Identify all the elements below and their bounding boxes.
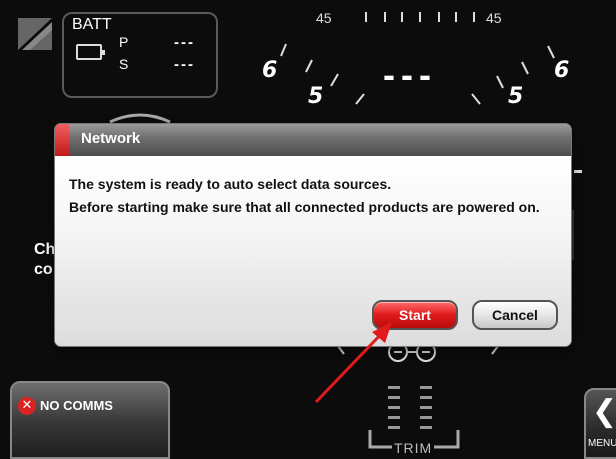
start-button-label: Start: [399, 307, 431, 323]
menu-label: MENU: [588, 438, 616, 449]
top-scale-ticks: [365, 12, 475, 22]
dialog-message-line1: The system is ready to auto select data …: [69, 176, 392, 192]
background-message: Ch co: [34, 240, 55, 280]
dialog-header: Network: [55, 124, 571, 156]
no-comms-label: NO COMMS: [40, 398, 113, 413]
center-readout: ---: [383, 54, 437, 95]
chevron-left-icon: ❮: [592, 394, 616, 429]
battery-starboard-value: ---: [174, 56, 195, 73]
battery-panel: BATT P --- S ---: [62, 12, 218, 98]
battery-port-value: ---: [174, 34, 195, 51]
scale-right-label: 45: [486, 10, 502, 26]
background-message-line2: co: [34, 261, 53, 278]
left-lower-label: 5: [308, 84, 324, 109]
right-upper-label: 6: [554, 58, 570, 83]
battery-title: BATT: [72, 16, 112, 33]
network-dialog: Network The system is ready to auto sele…: [55, 124, 571, 346]
battery-charge-icon: [76, 44, 105, 60]
dialog-title: Network: [81, 130, 141, 147]
dialog-body: The system is ready to auto select data …: [55, 156, 571, 346]
error-x-icon: ✕: [18, 397, 36, 415]
battery-port-label: P: [119, 34, 129, 50]
right-lower-label: 5: [508, 84, 524, 109]
gauge-arc: [109, 113, 171, 124]
trim-label: TRIM: [394, 440, 433, 456]
cancel-button[interactable]: Cancel: [472, 300, 558, 330]
dialog-accent-bar: [55, 124, 69, 156]
left-upper-label: 6: [262, 58, 278, 83]
trim-bars: [388, 386, 432, 429]
no-comms-button[interactable]: ✕ NO COMMS: [10, 381, 170, 459]
menu-button[interactable]: ❮ MENU: [584, 388, 616, 459]
start-button[interactable]: Start: [372, 300, 458, 330]
background-message-line1: Ch: [34, 241, 56, 258]
battery-starboard-label: S: [119, 56, 129, 72]
cancel-button-label: Cancel: [492, 307, 538, 323]
logo-icon: [18, 18, 52, 50]
scale-left-label: 45: [316, 10, 332, 26]
dialog-message-line2: Before starting make sure that all conne…: [69, 199, 540, 215]
